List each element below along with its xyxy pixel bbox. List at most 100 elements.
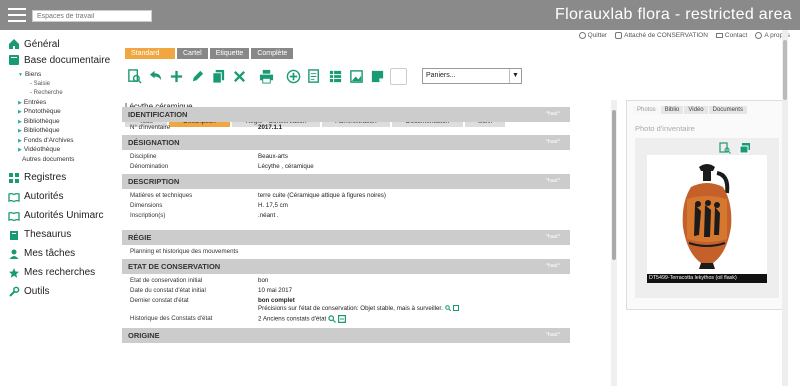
- collapsed-triangle-icon: ▶: [18, 99, 22, 106]
- tab-documents[interactable]: Documents: [708, 106, 747, 114]
- quit-link[interactable]: Quitter: [578, 32, 607, 39]
- panier-select[interactable]: Paniers... ▼: [422, 68, 522, 84]
- section-regie: RÉGIE ^haut^: [122, 230, 570, 245]
- export-icon[interactable]: [452, 305, 459, 312]
- top-links: Quitter Attaché de CONSERVATION Contact …: [578, 32, 790, 39]
- note-button[interactable]: [369, 68, 386, 85]
- chevron-down-icon: ▼: [509, 69, 521, 83]
- mode-standard[interactable]: Standard: [125, 48, 175, 59]
- open-book-icon: [8, 210, 20, 222]
- search-document-icon[interactable]: [719, 141, 731, 154]
- add-button[interactable]: [168, 68, 185, 85]
- sidebar-item-mes-recherches[interactable]: Mes recherches: [0, 263, 112, 282]
- field-row: Dénomination Lécythe , céramique: [130, 163, 314, 170]
- sidebar-item-autres-documents[interactable]: Autres documents: [0, 155, 112, 165]
- sidebar-item-fonds-archives[interactable]: ▶ Fonds d'Archives: [0, 136, 112, 146]
- open-book-icon: [8, 191, 20, 203]
- toolbar: [126, 68, 411, 85]
- section-description: DESCRIPTION ^haut^: [122, 174, 570, 189]
- sidebar-item-autorites[interactable]: Autorités: [0, 187, 112, 206]
- search-document-icon: [128, 69, 142, 84]
- field-row: Planning et historique des mouvements: [130, 248, 239, 255]
- add-circle-button[interactable]: [285, 68, 302, 85]
- user-icon: [615, 32, 623, 39]
- sidebar-item-saisie[interactable]: - Saisie: [0, 80, 112, 89]
- app-title: Florauxlab flora - restricted area: [555, 6, 792, 23]
- photo-frame: DT5499-Terracotta lekythos (oil flask): [635, 138, 779, 298]
- back-to-top-link[interactable]: ^haut^: [546, 259, 560, 274]
- tab-biblio[interactable]: Biblio: [660, 106, 684, 114]
- plus-icon: [170, 70, 183, 83]
- sidebar-item-recherche[interactable]: - Recherche: [0, 89, 112, 98]
- media-tabs: Photos Biblio Vidéo Documents: [633, 106, 785, 114]
- star-icon: [8, 267, 20, 279]
- collapsed-triangle-icon: ▶: [18, 137, 22, 144]
- tab-video[interactable]: Vidéo: [684, 106, 708, 114]
- top-bar: Florauxlab flora - restricted area: [0, 0, 800, 30]
- sidebar-item-biens[interactable]: ▼ Biens: [0, 70, 112, 80]
- media-panel: Photos Biblio Vidéo Documents Photo d'in…: [626, 100, 786, 310]
- display-mode-switch: Standard Cartel Etiquette Complète: [125, 48, 294, 59]
- workspace-search-input[interactable]: [32, 10, 152, 22]
- sidebar-item-videotheque[interactable]: ▶ Vidéothèque: [0, 145, 112, 155]
- sidebar-item-entrees[interactable]: ▶ Entrées: [0, 98, 112, 108]
- sidebar-item-bibliotheque-2[interactable]: ▶ Bibliothèque: [0, 126, 112, 136]
- back-to-top-link[interactable]: ^haut^: [546, 107, 560, 122]
- export-icon[interactable]: [338, 315, 347, 324]
- collapsed-triangle-icon: ▶: [18, 118, 22, 125]
- collapsed-triangle-icon: ▶: [18, 128, 22, 134]
- person-icon: [8, 248, 20, 260]
- tab-photos[interactable]: Photos: [633, 106, 660, 114]
- field-row: Historique des Constats d'état 2 Anciens …: [122, 315, 570, 324]
- back-button[interactable]: [147, 68, 164, 85]
- back-to-top-link[interactable]: ^haut^: [546, 135, 560, 150]
- edit-button[interactable]: [189, 68, 206, 85]
- mail-icon: [715, 33, 723, 38]
- sidebar-item-outils[interactable]: Outils: [0, 282, 112, 301]
- search-record-button[interactable]: [126, 68, 143, 85]
- back-to-top-link[interactable]: ^haut^: [546, 328, 560, 343]
- pencil-icon: [192, 70, 204, 82]
- section-designation: DÉSIGNATION ^haut^: [122, 135, 570, 150]
- table-icon: [329, 70, 342, 83]
- search-icon[interactable]: [328, 315, 337, 323]
- image-button[interactable]: [348, 68, 365, 85]
- book-icon: [8, 54, 20, 66]
- search-icon[interactable]: [445, 305, 451, 312]
- table-button[interactable]: [327, 68, 344, 85]
- sidebar-item-base-documentaire[interactable]: Base documentaire: [0, 52, 112, 68]
- sidebar-item-thesaurus[interactable]: Thesaurus: [0, 225, 112, 244]
- print-button[interactable]: [258, 68, 275, 85]
- duplicate-button[interactable]: [210, 68, 227, 85]
- printer-icon: [259, 69, 274, 84]
- delete-button[interactable]: [231, 68, 248, 85]
- blank-button[interactable]: [390, 68, 407, 85]
- field-row: Dimensions H. 17,5 cm: [130, 202, 288, 209]
- page-scrollbar[interactable]: [782, 30, 788, 386]
- field-row: Matières et techniques terre cuite (Céram…: [130, 192, 386, 199]
- thesaurus-book-icon: [8, 229, 20, 241]
- mode-cartel[interactable]: Cartel: [177, 48, 208, 59]
- gallery-icon[interactable]: [739, 141, 751, 154]
- sidebar-item-autorites-unimarc[interactable]: Autorités Unimarc: [0, 206, 112, 225]
- undo-arrow-icon: [149, 70, 162, 81]
- user-link[interactable]: Attaché de CONSERVATION: [615, 32, 708, 39]
- mode-etiquette[interactable]: Etiquette: [209, 48, 250, 59]
- sidebar-item-registres[interactable]: Registres: [0, 168, 112, 187]
- collapsed-triangle-icon: ▶: [18, 109, 22, 115]
- vase-photo[interactable]: [647, 155, 767, 275]
- back-to-top-link[interactable]: ^haut^: [546, 230, 560, 245]
- sidebar-item-mes-taches[interactable]: Mes tâches: [0, 244, 112, 263]
- document-edit-button[interactable]: [306, 68, 323, 85]
- photo-section-title: Photo d'inventaire: [635, 124, 695, 133]
- content-scrollbar[interactable]: [611, 100, 617, 386]
- menu-icon[interactable]: [8, 8, 26, 22]
- contact-link[interactable]: Contact: [715, 32, 747, 39]
- sidebar-item-bibliotheque[interactable]: ▶ Bibliothèque: [0, 117, 112, 127]
- sidebar-item-phototheque[interactable]: ▶ Photothèque: [0, 107, 112, 117]
- back-to-top-link[interactable]: ^haut^: [546, 174, 560, 189]
- section-etat-conservation: ETAT DE CONSERVATION ^haut^: [122, 259, 570, 274]
- mode-complete[interactable]: Complète: [251, 48, 294, 59]
- field-row: Discipline Beaux-arts: [130, 153, 288, 160]
- sidebar-item-general[interactable]: Général: [0, 36, 112, 52]
